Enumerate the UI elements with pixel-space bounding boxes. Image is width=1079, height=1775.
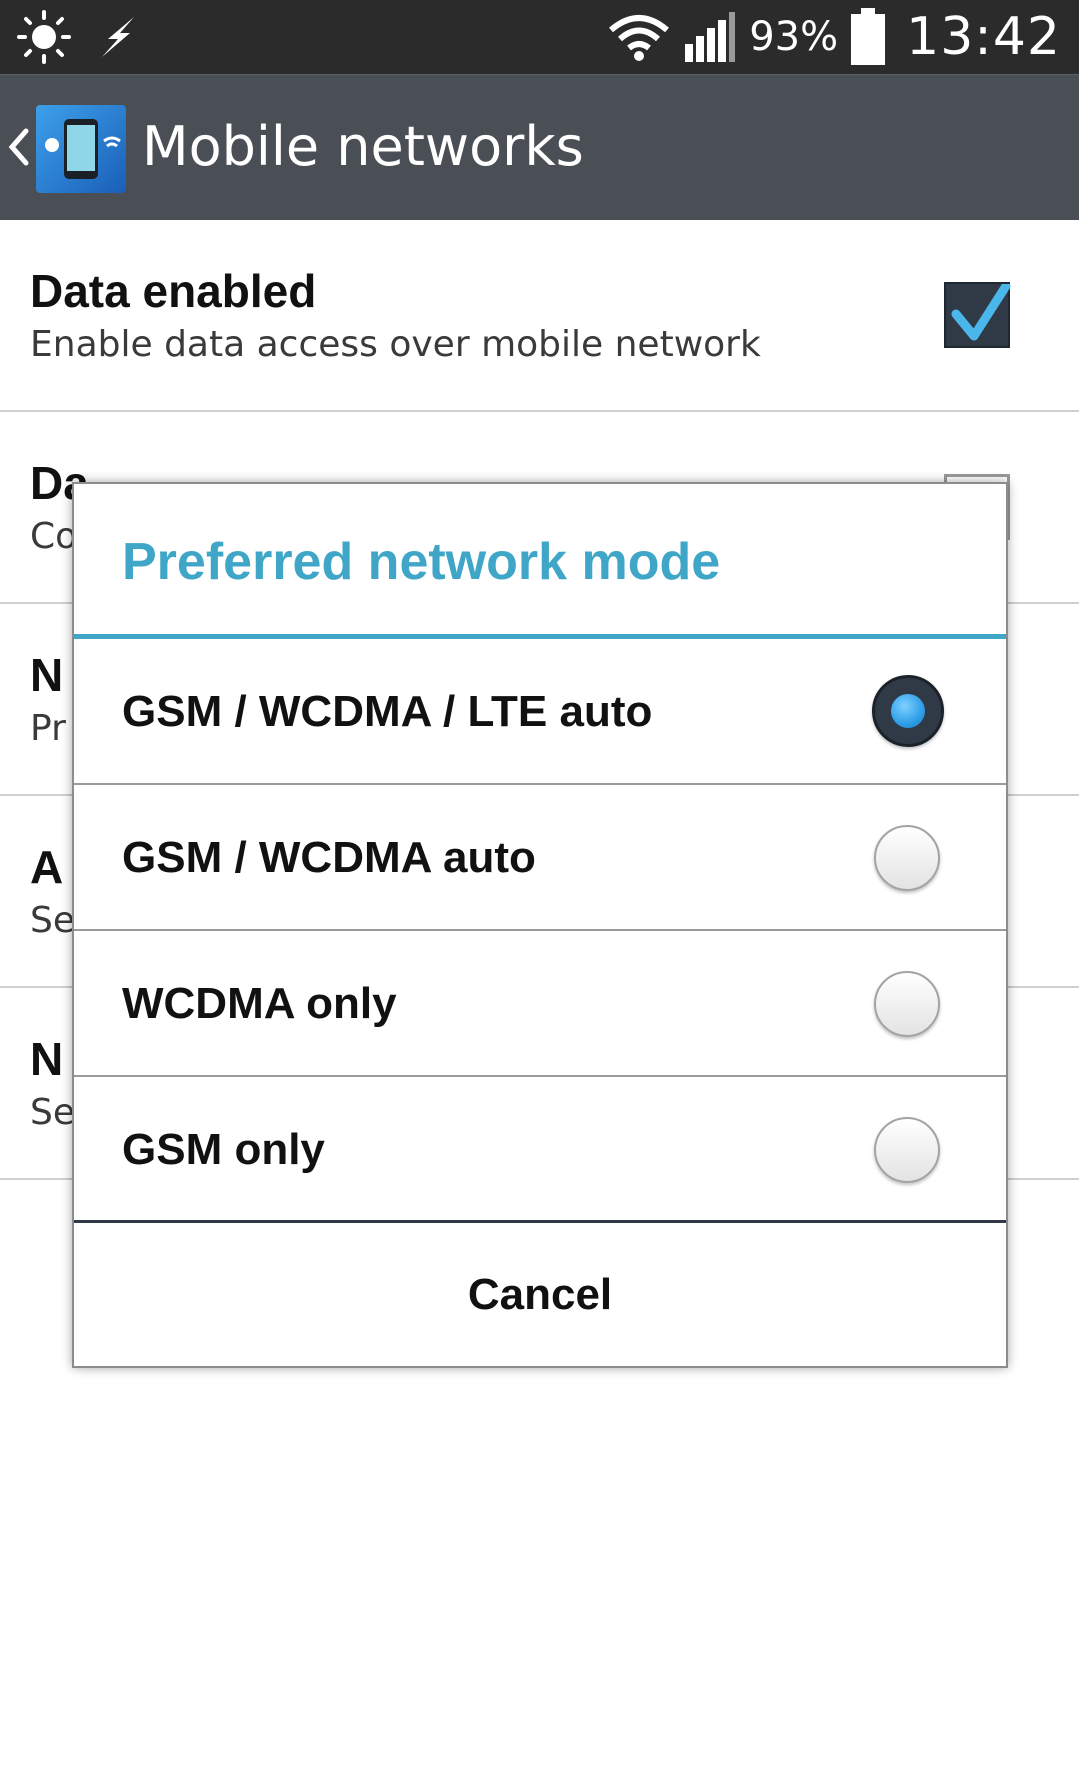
network-mode-options: GSM / WCDMA / LTE auto GSM / WCDMA auto … — [74, 639, 1006, 1223]
option-label: GSM only — [122, 1125, 325, 1174]
radio-unselected-icon[interactable] — [874, 1117, 940, 1183]
option-label: GSM / WCDMA auto — [122, 833, 536, 882]
preferred-network-mode-dialog: Preferred network mode GSM / WCDMA / LTE… — [72, 482, 1008, 1368]
option-label: GSM / WCDMA / LTE auto — [122, 687, 653, 736]
option-label: WCDMA only — [122, 979, 397, 1028]
option-gsm-wcdma-auto[interactable]: GSM / WCDMA auto — [74, 785, 1006, 931]
radio-selected-icon[interactable] — [872, 675, 944, 747]
radio-unselected-icon[interactable] — [874, 971, 940, 1037]
option-wcdma-only[interactable]: WCDMA only — [74, 931, 1006, 1077]
option-gsm-wcdma-lte-auto[interactable]: GSM / WCDMA / LTE auto — [74, 639, 1006, 785]
option-gsm-only[interactable]: GSM only — [74, 1077, 1006, 1223]
radio-unselected-icon[interactable] — [874, 825, 940, 891]
dialog-title: Preferred network mode — [122, 533, 721, 591]
cancel-button[interactable]: Cancel — [74, 1224, 1006, 1366]
